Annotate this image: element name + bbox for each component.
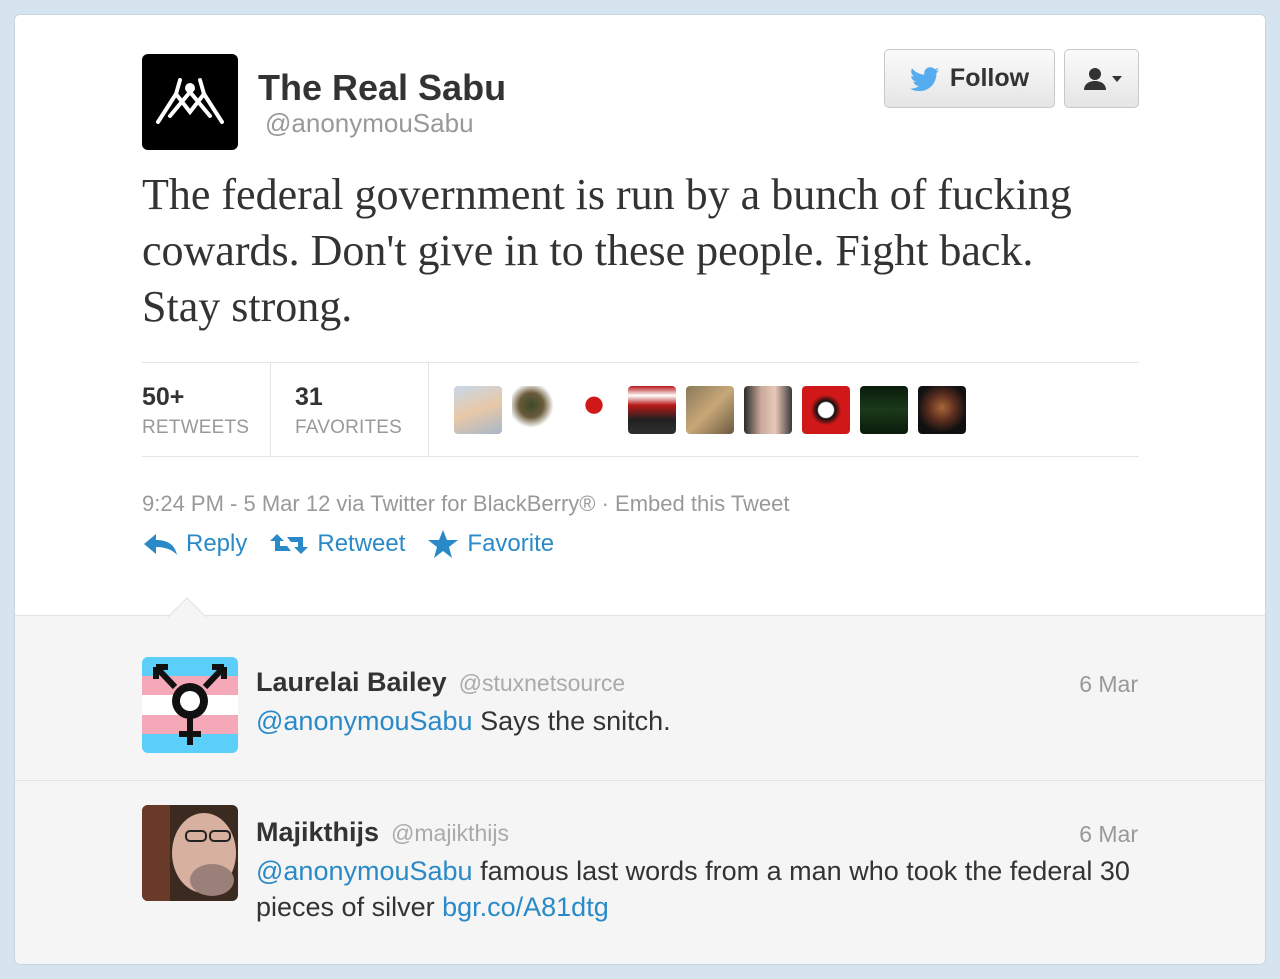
man-photo-avatar-icon bbox=[142, 805, 238, 901]
favorite-action[interactable]: Favorite bbox=[427, 529, 554, 559]
stats-divider bbox=[428, 363, 429, 456]
reply-author[interactable]: Majikthijs @majikthijs bbox=[256, 817, 509, 848]
author-avatar[interactable] bbox=[142, 54, 238, 150]
tweet-text: The federal government is run by a bunch… bbox=[142, 170, 1072, 331]
reply-avatar[interactable] bbox=[142, 657, 238, 753]
reply-author-handle: @majikthijs bbox=[391, 820, 509, 846]
reply-avatar[interactable] bbox=[142, 805, 238, 901]
star-icon bbox=[428, 530, 459, 558]
reply-icon bbox=[144, 534, 177, 555]
retweet-label: Retweet bbox=[317, 530, 406, 557]
reply-timestamp[interactable]: 6 Mar bbox=[1079, 671, 1138, 698]
favoriter-avatar[interactable] bbox=[454, 386, 502, 434]
favoriter-avatar[interactable] bbox=[744, 386, 792, 434]
favorites-count: 31 bbox=[295, 383, 323, 411]
retweets-label: RETWEETS bbox=[142, 417, 250, 438]
user-actions-button[interactable] bbox=[1064, 49, 1139, 108]
reply-text: @anonymouSabu Says the snitch. bbox=[256, 703, 1146, 739]
anonymous-logo-icon bbox=[156, 78, 224, 124]
retweet-icon bbox=[270, 534, 309, 554]
retweets-count: 50+ bbox=[142, 383, 185, 411]
reply-text: @anonymouSabu famous last words from a m… bbox=[256, 853, 1146, 925]
reply-action[interactable]: Reply bbox=[142, 529, 247, 559]
reply-item: Majikthijs @majikthijs 6 Mar @anonymouSab… bbox=[15, 781, 1265, 964]
tweet-actions: Reply Retweet Favorite bbox=[142, 529, 554, 559]
tweet-meta[interactable]: 9:24 PM - 5 Mar 12 via Twitter for Black… bbox=[142, 491, 790, 517]
twitter-bird-icon bbox=[909, 66, 939, 91]
caret-down-icon bbox=[1111, 75, 1122, 82]
reply-timestamp[interactable]: 6 Mar bbox=[1079, 821, 1138, 848]
reply-author-name: Majikthijs bbox=[256, 817, 380, 847]
favoriter-avatar[interactable] bbox=[802, 386, 850, 434]
short-link[interactable]: bgr.co/A81dtg bbox=[442, 892, 609, 922]
follow-button[interactable]: Follow bbox=[884, 49, 1055, 108]
mention-link[interactable]: @anonymouSabu bbox=[256, 856, 473, 886]
favoriter-avatar[interactable] bbox=[918, 386, 966, 434]
main-tweet: The Real Sabu @anonymouSabu Follow The f… bbox=[15, 15, 1265, 616]
favorites-label: FAVORITES bbox=[295, 417, 403, 438]
reply-label: Reply bbox=[186, 530, 248, 557]
tweet-card: The Real Sabu @anonymouSabu Follow The f… bbox=[14, 14, 1266, 965]
favorite-label: Favorite bbox=[467, 530, 555, 557]
author-name[interactable]: The Real Sabu bbox=[258, 67, 506, 109]
retweet-action[interactable]: Retweet bbox=[269, 529, 405, 559]
favoriter-avatar[interactable] bbox=[512, 386, 560, 434]
tweet-stats: 50+ RETWEETS 31 FAVORITES bbox=[142, 362, 1139, 457]
reply-author-handle: @stuxnetsource bbox=[458, 670, 626, 696]
reply-body: Says the snitch. bbox=[472, 706, 671, 736]
favoriter-avatar[interactable] bbox=[686, 386, 734, 434]
author-handle[interactable]: @anonymouSabu bbox=[265, 108, 474, 139]
trans-symbol-avatar-icon bbox=[142, 657, 238, 753]
mention-link[interactable]: @anonymouSabu bbox=[256, 706, 473, 736]
reply-author[interactable]: Laurelai Bailey @stuxnetsource bbox=[256, 667, 625, 698]
favoriter-avatar[interactable] bbox=[628, 386, 676, 434]
favoriter-avatar[interactable] bbox=[570, 386, 618, 434]
favoriter-avatar[interactable] bbox=[860, 386, 908, 434]
favoriters-avatars bbox=[454, 386, 966, 434]
reply-author-name: Laurelai Bailey bbox=[256, 667, 447, 697]
reply-item: Laurelai Bailey @stuxnetsource 6 Mar @ano… bbox=[15, 631, 1265, 781]
person-icon bbox=[1083, 67, 1106, 90]
stats-divider bbox=[270, 363, 271, 456]
follow-label: Follow bbox=[949, 64, 1030, 92]
